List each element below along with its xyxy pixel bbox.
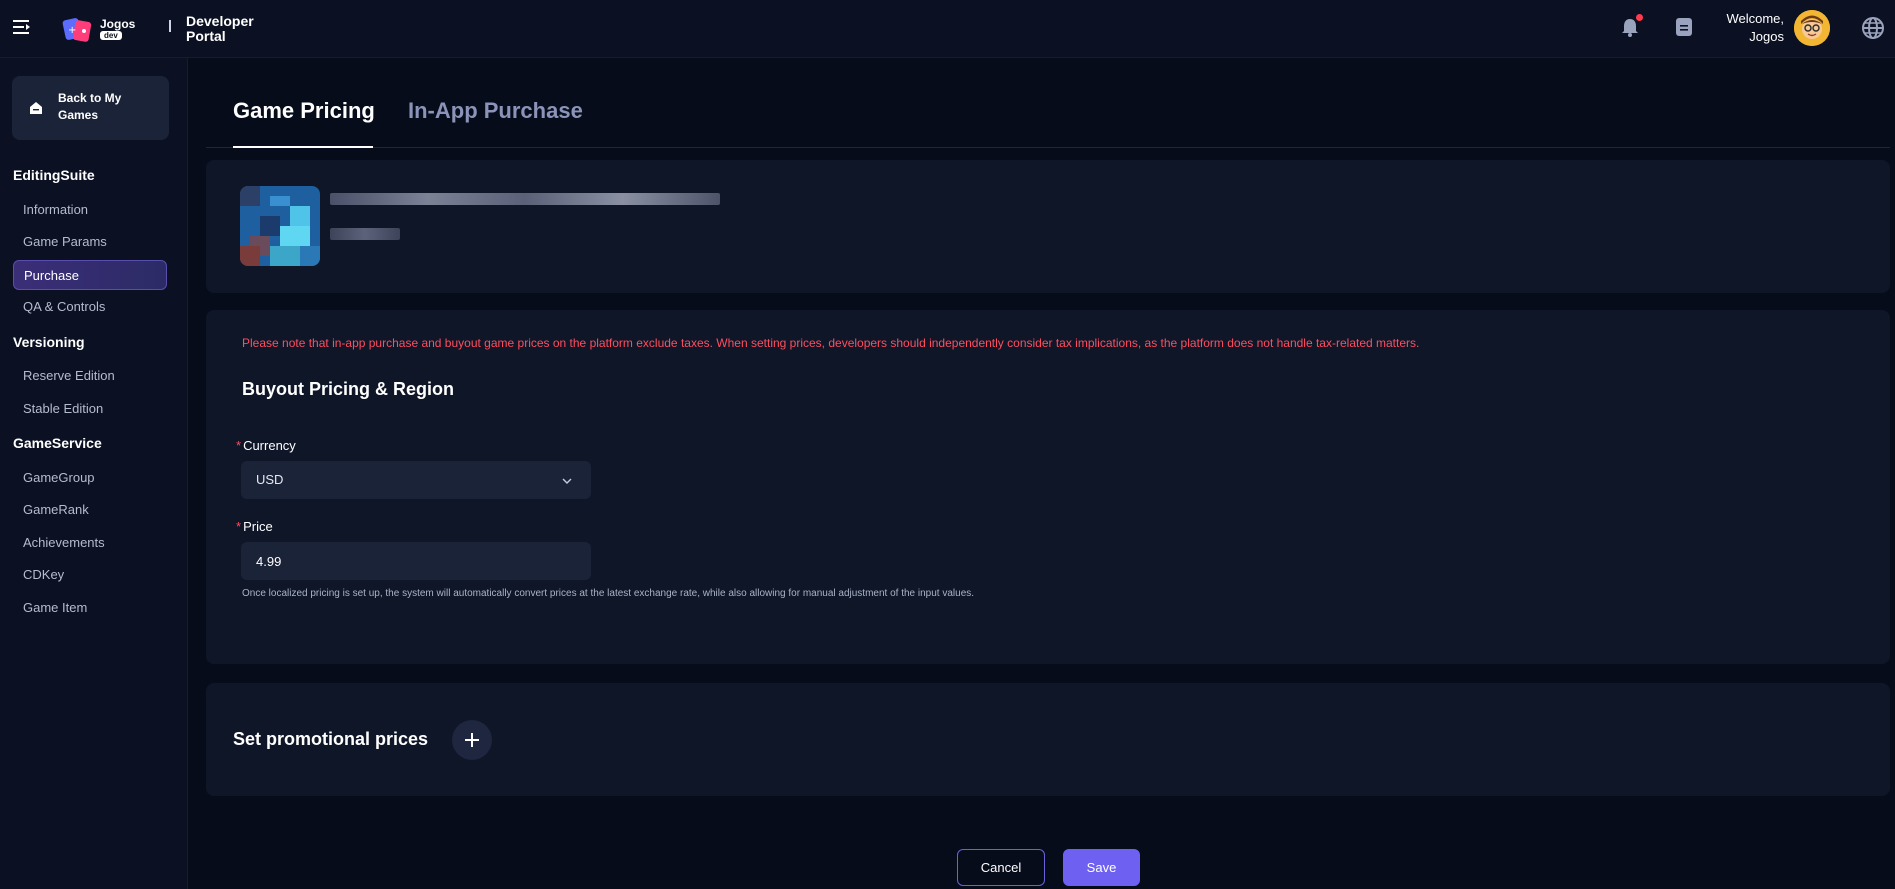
sidebar-item-game-item[interactable]: Game Item [13, 593, 167, 623]
logo-badge: dev [100, 31, 122, 40]
back-label: Back to My Games [58, 91, 122, 122]
menu-icon[interactable] [12, 17, 32, 37]
currency-label-text: Currency [243, 438, 296, 453]
active-tab-indicator [233, 146, 373, 148]
welcome-line: Welcome, [1726, 11, 1784, 26]
sidebar-item-cdkey[interactable]: CDKey [13, 560, 167, 590]
welcome-text: Welcome, Jogos [1700, 10, 1784, 46]
buyout-pricing-title: Buyout Pricing & Region [242, 379, 455, 399]
price-label: * Price [236, 519, 273, 534]
price-input[interactable] [241, 542, 591, 580]
game-thumbnail [240, 186, 320, 266]
sidebar-item-gamerank[interactable]: GameRank [13, 495, 167, 525]
promo-card: Set promotional prices [206, 683, 1890, 796]
add-promo-button[interactable] [452, 720, 492, 760]
currency-label: * Currency [236, 438, 296, 453]
chevron-down-icon [562, 478, 572, 484]
sidebar-item-stable-edition[interactable]: Stable Edition [13, 394, 167, 424]
sidebar-item-achievements[interactable]: Achievements [13, 528, 167, 558]
sidebar-item-gamegroup[interactable]: GameGroup [13, 463, 167, 493]
price-hint: Once localized pricing is set up, the sy… [242, 588, 975, 599]
game-info-card [206, 160, 1890, 293]
sidebar-item-purchase[interactable]: Purchase [13, 260, 167, 290]
sidebar-item-information[interactable]: Information [13, 195, 167, 225]
avatar-face-icon [1794, 10, 1830, 46]
section-title-gameservice: GameService [13, 435, 102, 451]
sidebar-item-game-params[interactable]: Game Params [13, 227, 167, 257]
game-thumbnail-image-icon [240, 186, 320, 266]
price-label-text: Price [243, 519, 273, 534]
globe-icon[interactable] [1861, 16, 1885, 40]
header-divider [169, 20, 171, 32]
section-title-editingsuite: EditingSuite [13, 167, 95, 183]
pricing-card: Please note that in-app purchase and buy… [206, 310, 1890, 664]
sidebar: Back to My Games EditingSuite Informatio… [0, 58, 188, 889]
tax-notice: Please note that in-app purchase and buy… [242, 336, 1420, 350]
document-icon[interactable] [1675, 17, 1693, 37]
currency-value: USD [256, 472, 284, 487]
game-subtitle-redacted [330, 228, 400, 240]
cancel-button[interactable]: Cancel [957, 849, 1045, 886]
logo-text: Jogos [100, 17, 136, 31]
tab-divider [206, 147, 1890, 148]
required-mark: * [236, 519, 242, 534]
promo-title: Set promotional prices [233, 729, 429, 749]
user-name: Jogos [1749, 29, 1784, 44]
currency-select[interactable]: USD [241, 461, 591, 499]
portal-title: Developer Portal [186, 13, 254, 44]
plus-icon [465, 733, 479, 747]
home-icon [30, 102, 42, 114]
save-button[interactable]: Save [1063, 849, 1140, 886]
notification-dot [1636, 14, 1643, 21]
top-bar: + Jogos dev Developer Portal Welcome, Jo… [0, 0, 1895, 58]
tab-game-pricing[interactable]: Game Pricing [233, 98, 375, 124]
tab-in-app-purchase[interactable]: In-App Purchase [408, 98, 583, 124]
back-to-games-button[interactable]: Back to My Games [12, 76, 169, 140]
section-title-versioning: Versioning [13, 334, 85, 350]
game-title-redacted [330, 193, 720, 205]
required-mark: * [236, 438, 242, 453]
svg-text:+: + [68, 25, 76, 36]
sidebar-item-reserve-edition[interactable]: Reserve Edition [13, 361, 167, 391]
sidebar-item-qa-controls[interactable]: QA & Controls [13, 292, 167, 322]
avatar[interactable] [1794, 10, 1830, 46]
